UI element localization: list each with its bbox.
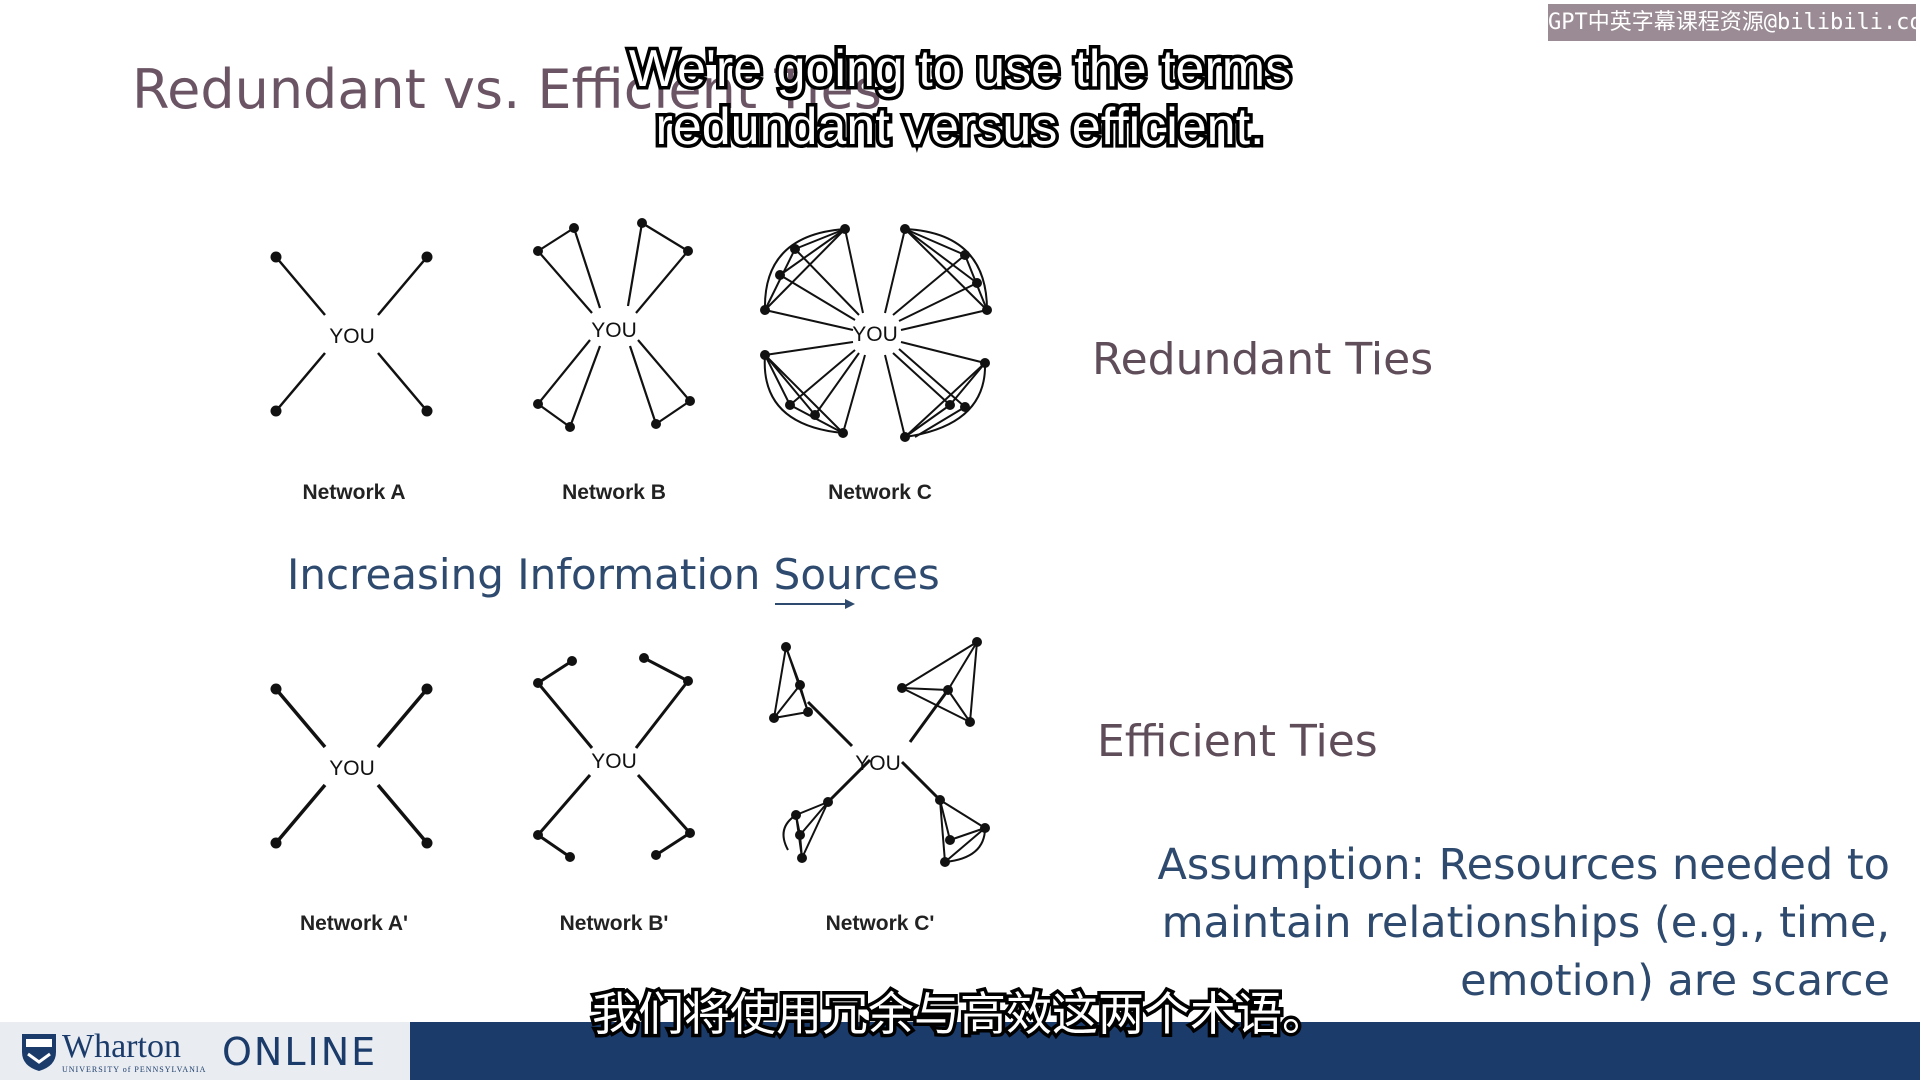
network-b-label: Network B [562,481,666,504]
network-a-label: Network A [302,481,406,504]
network-b-diagram: YOU [533,218,695,432]
redundant-ties-label: Redundant Ties [1092,334,1434,385]
assumption-line: maintain relationships (e.g., time, [1161,898,1890,948]
network-c-prime-diagram: YOU [769,637,990,867]
network-c-diagram: YOU [760,224,992,442]
assumption-text: Assumption: Resources needed to maintain… [1070,836,1891,1010]
you-label: YOU [855,752,901,775]
efficient-ties-label: Efficient Ties [1097,716,1378,767]
network-c-prime-label: Network C' [825,912,935,935]
you-label: YOU [852,323,898,346]
network-c-label: Network C [828,481,932,504]
arrow-right-icon [775,599,855,609]
you-label: YOU [329,325,375,348]
assumption-line: Assumption: Resources needed to [1157,840,1891,890]
english-subtitle: We're going to use the terms redundant v… [0,37,1920,160]
network-a-prime-diagram: YOU [270,683,433,849]
network-b-prime-diagram: YOU [533,653,695,862]
you-label: YOU [591,750,637,773]
watermark: GPT中英字幕课程资源@bilibili.com [1548,4,1920,41]
wharton-subtitle: UNIVERSITY of PENNSYLVANIA [62,1065,207,1074]
network-a-prime-label: Network A' [299,912,409,935]
chinese-subtitle: 我们将使用冗余与高效这两个术语。 [589,984,1332,1045]
network-b-prime-label: Network B' [559,912,669,935]
subtitle-line: redundant versus efficient. [652,95,1268,160]
you-label: YOU [591,319,637,342]
network-a-diagram: YOU [270,251,433,417]
subtitle-line: We're going to use the terms [625,37,1294,102]
you-label: YOU [329,757,375,780]
increasing-information-sources: Increasing Information Sources [287,550,940,599]
